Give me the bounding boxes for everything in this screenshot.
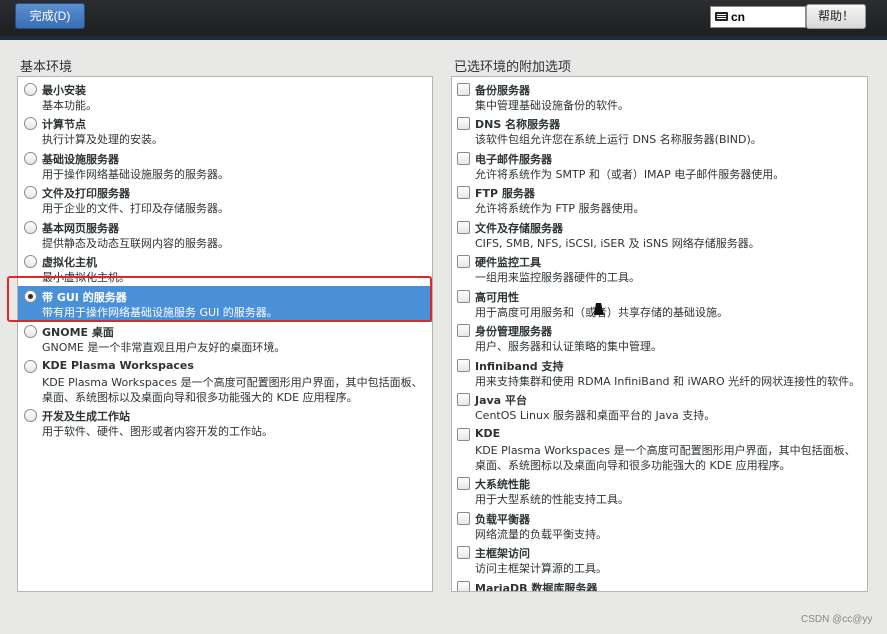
keyboard-layout-label: cn [731,10,746,24]
radio-button[interactable] [24,255,37,268]
addon-description: CIFS, SMB, NFS, iSCSI, iSER 及 iSNS 网络存储服… [475,237,760,250]
option-description: KDE Plasma Workspaces 是一个高度可配置图形用户界面，其中包… [42,376,423,404]
addon-title: 负载平衡器 [475,513,530,526]
addon-description: KDE Plasma Workspaces 是一个高度可配置图形用户界面，其中包… [475,444,856,472]
checkbox[interactable] [457,393,470,406]
addon-description: CentOS Linux 服务器和桌面平台的 Java 支持。 [475,409,716,422]
option-description: 用于企业的文件、打印及存储服务器。 [42,202,229,215]
addon-title: 身份管理服务器 [475,325,552,338]
option-title: 开发及生成工作站 [42,410,130,423]
checkbox[interactable] [457,152,470,165]
keyboard-layout-indicator[interactable]: cn [710,6,806,28]
addon-title: 电子邮件服务器 [475,153,552,166]
checkbox[interactable] [457,477,470,490]
addon-description: 用来支持集群和使用 RDMA InfiniBand 和 iWARO 光纤的网状连… [475,375,861,388]
addon-description: 用户、服务器和认证策略的集中管理。 [475,340,662,353]
addon-description: 访问主框架计算源的工具。 [475,562,607,575]
keyboard-icon [715,12,728,21]
addon-title: FTP 服务器 [475,187,535,200]
checkbox[interactable] [457,117,470,130]
option-description: 执行计算及处理的安装。 [42,133,163,146]
addon-title: 主框架访问 [475,547,530,560]
checkbox[interactable] [457,221,470,234]
addon-title: 硬件监控工具 [475,256,541,269]
radio-button[interactable] [24,360,37,373]
checkbox[interactable] [457,255,470,268]
option-description: 提供静态及动态互联网内容的服务器。 [42,237,229,250]
done-button[interactable]: 完成(D) [15,3,85,29]
addon-title: 文件及存储服务器 [475,222,563,235]
radio-button[interactable] [24,186,37,199]
checkbox[interactable] [457,581,470,591]
checkbox[interactable] [457,186,470,199]
addon-title: 高可用性 [475,291,519,304]
checkbox[interactable] [457,83,470,96]
option-title: 文件及打印服务器 [42,187,130,200]
addon-description: 网络流量的负载平衡支持。 [475,528,607,541]
radio-button[interactable] [24,117,37,130]
option-description: 用于操作网络基础设施服务的服务器。 [42,168,229,181]
radio-button[interactable] [24,152,37,165]
addon-description: 允许将系统作为 SMTP 和（或者）IMAP 电子邮件服务器使用。 [475,168,785,181]
checkbox[interactable] [457,290,470,303]
addon-title: Java 平台 [475,394,527,407]
addons-list: 备份服务器 集中管理基础设施备份的软件。 DNS 名称服务器 该软件包组允许您在… [451,76,868,592]
option-title: KDE Plasma Workspaces [42,359,194,372]
checkbox[interactable] [457,324,470,337]
top-bar: 完成(D) cn 帮助！ [0,0,887,40]
help-button[interactable]: 帮助！ [806,4,866,29]
base-environment-list: 最小安装 基本功能。 计算节点 执行计算及处理的安装。 基础设施服务器 用于操作… [17,76,433,592]
addon-title: MariaDB 数据库服务器 [475,582,598,592]
radio-button[interactable] [24,221,37,234]
radio-button[interactable] [24,83,37,96]
addon-title: DNS 名称服务器 [475,118,561,131]
watermark: CSDN @cc@yy [801,614,873,625]
option-description: 基本功能。 [42,99,97,112]
addon-title: 大系统性能 [475,478,530,491]
addon-description: 允许将系统作为 FTP 服务器使用。 [475,202,645,215]
option-title: 最小安装 [42,84,86,97]
option-title: 基础设施服务器 [42,153,119,166]
base-environment-heading: 基本环境 [20,60,73,75]
option-title: 计算节点 [42,118,86,131]
addon-title: KDE [475,427,501,440]
addon-description: 用于大型系统的性能支持工具。 [475,493,629,506]
addon-description: 集中管理基础设施备份的软件。 [475,99,629,112]
radio-button[interactable] [24,409,37,422]
option-title: 基本网页服务器 [42,222,119,235]
checkbox[interactable] [457,359,470,372]
addon-title: Infiniband 支持 [475,360,564,373]
mouse-cursor-icon [593,303,607,315]
checkbox[interactable] [457,428,470,441]
annotation-highlight [7,276,432,322]
radio-button[interactable] [24,325,37,338]
addon-description: 一组用来监控服务器硬件的工具。 [475,271,640,284]
checkbox[interactable] [457,512,470,525]
option-description: GNOME 是一个非常直观且用户友好的桌面环境。 [42,341,286,354]
addon-title: 备份服务器 [475,84,530,97]
addon-description: 该软件包组允许您在系统上运行 DNS 名称服务器(BIND)。 [475,133,762,146]
option-title: GNOME 桌面 [42,326,114,339]
top-bar-stripe [0,36,887,40]
option-description: 用于软件、硬件、图形或者内容开发的工作站。 [42,425,273,438]
checkbox[interactable] [457,546,470,559]
addons-heading: 已选环境的附加选项 [454,60,572,75]
option-title: 虚拟化主机 [42,256,97,269]
